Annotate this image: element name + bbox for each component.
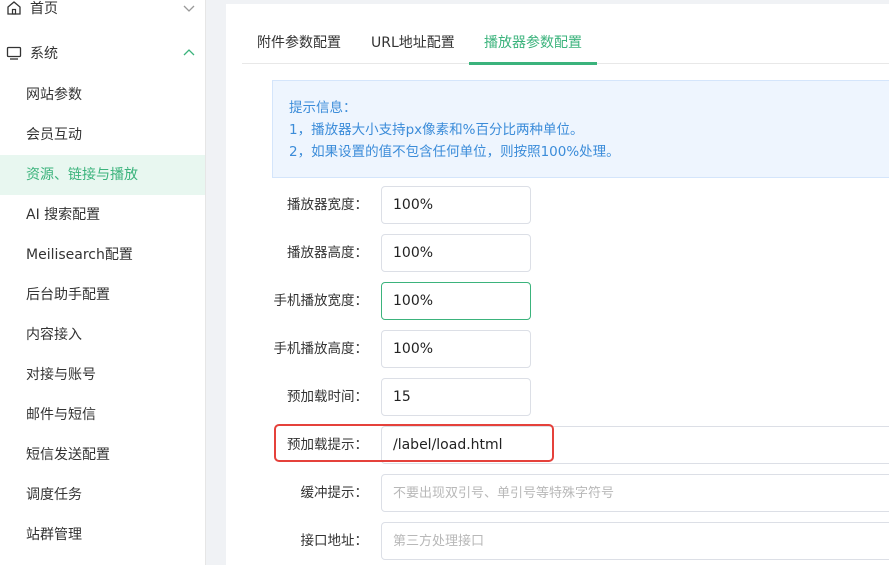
sidebar-item-integration-accounts[interactable]: 对接与账号 — [0, 355, 205, 395]
player-height-label: 播放器高度： — [287, 245, 368, 261]
sidebar: 首页 系统 网站参数 会员互动 资源、链接与播放 AI 搜索配置 Meilise… — [0, 0, 206, 565]
mobile-width-label: 手机播放宽度： — [273, 293, 369, 309]
tip-line-1: 1，播放器大小支持px像素和%百分比两种单位。 — [289, 122, 584, 138]
menu-item-system[interactable]: 系统 — [0, 33, 205, 73]
mobile-height-label: 手机播放高度： — [273, 341, 369, 357]
api-url-label: 接口地址： — [300, 533, 369, 549]
sidebar-item-site-params[interactable]: 网站参数 — [0, 75, 205, 115]
player-width-input[interactable] — [381, 186, 531, 224]
form-row-buffer-tip: 缓冲提示： — [272, 473, 889, 513]
tab-attachment-params[interactable]: 附件参数配置 — [242, 22, 356, 64]
sidebar-item-resources-playback[interactable]: 资源、链接与播放 — [0, 155, 205, 195]
player-height-input[interactable] — [381, 234, 531, 272]
tip-box: 提示信息： 1，播放器大小支持px像素和%百分比两种单位。 2，如果设置的值不包… — [272, 80, 889, 178]
mobile-width-input[interactable] — [381, 282, 531, 320]
api-url-input[interactable] — [381, 522, 889, 560]
sidebar-item-mail-sms[interactable]: 邮件与短信 — [0, 395, 205, 435]
main-panel: 附件参数配置 URL地址配置 播放器参数配置 提示信息： 1，播放器大小支持px… — [226, 4, 889, 565]
monitor-icon — [6, 45, 22, 61]
chevron-up-icon — [182, 46, 196, 60]
home-icon — [6, 0, 22, 16]
form-row-mobile-height: 手机播放高度： — [272, 329, 889, 369]
sidebar-item-member-interaction[interactable]: 会员互动 — [0, 115, 205, 155]
mobile-height-input[interactable] — [381, 330, 531, 368]
menu-item-home-label: 首页 — [30, 1, 58, 17]
preload-time-input[interactable] — [381, 378, 531, 416]
sidebar-item-sms-config[interactable]: 短信发送配置 — [0, 435, 205, 475]
sidebar-item-admin-assistant[interactable]: 后台助手配置 — [0, 275, 205, 315]
tab-player-params[interactable]: 播放器参数配置 — [469, 22, 597, 65]
player-width-label: 播放器宽度： — [287, 197, 368, 213]
preload-tip-label: 预加载提示： — [287, 437, 368, 453]
tip-line-2: 2，如果设置的值不包含任何单位，则按照100%处理。 — [289, 144, 620, 160]
form-row-api-url: 接口地址： — [272, 521, 889, 561]
tab-bar: 附件参数配置 URL地址配置 播放器参数配置 — [242, 22, 889, 65]
form-row-preload-time: 预加载时间： — [272, 377, 889, 417]
chevron-down-icon — [182, 1, 196, 15]
menu-item-home[interactable]: 首页 — [0, 0, 205, 28]
sidebar-item-ai-search[interactable]: AI 搜索配置 — [0, 195, 205, 235]
preload-tip-input[interactable] — [381, 426, 889, 464]
form-row-player-width: 播放器宽度： — [272, 185, 889, 225]
form-row-preload-tip: 预加载提示： — [272, 425, 889, 465]
buffer-tip-label: 缓冲提示： — [300, 485, 369, 501]
sidebar-item-meilisearch[interactable]: Meilisearch配置 — [0, 235, 205, 275]
menu-item-system-label: 系统 — [30, 46, 58, 62]
form-row-mobile-width: 手机播放宽度： — [272, 281, 889, 321]
form-row-player-height: 播放器高度： — [272, 233, 889, 273]
tab-url-config[interactable]: URL地址配置 — [356, 22, 470, 64]
preload-time-label: 预加载时间： — [287, 389, 368, 405]
sidebar-item-content-ingest[interactable]: 内容接入 — [0, 315, 205, 355]
buffer-tip-input[interactable] — [381, 474, 889, 512]
sidebar-item-scheduled-tasks[interactable]: 调度任务 — [0, 475, 205, 515]
tip-title: 提示信息： — [289, 100, 357, 116]
sidebar-item-site-group[interactable]: 站群管理 — [0, 515, 205, 555]
